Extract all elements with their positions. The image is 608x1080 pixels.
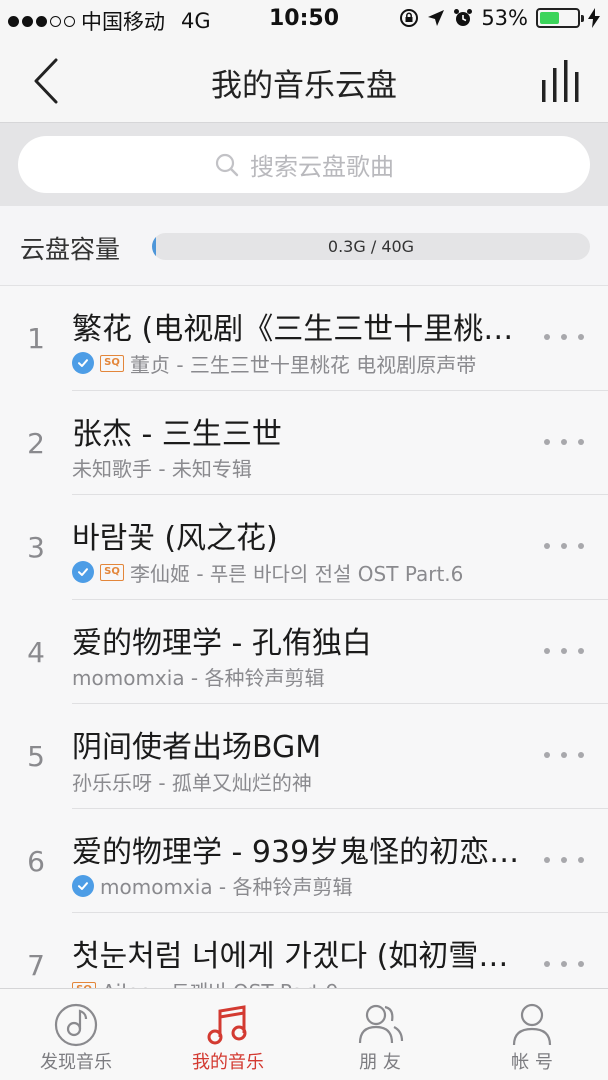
status-bar: 中国移动 4G 10:50 53%: [0, 0, 608, 40]
search-placeholder: 搜索云盘歌曲: [250, 153, 394, 181]
tab-label: 朋 友: [359, 1052, 401, 1073]
storage-label: 云盘容量: [20, 235, 121, 264]
song-number: 6: [27, 844, 45, 878]
song-artist-album: 孙乐乐呀 - 孤单又灿烂的神: [72, 770, 312, 795]
song-number: 4: [27, 635, 45, 669]
song-title: 爱的物理学 - 孔侑独白: [72, 625, 372, 661]
charging-bolt-icon: [588, 8, 600, 28]
song-number: 3: [27, 531, 45, 564]
tab-bar: 发现音乐 我的音乐 朋 友 帐 号: [0, 988, 608, 1080]
more-options-icon[interactable]: [544, 435, 584, 449]
song-subtitle: SQ 李仙姬 - 푸른 바다의 전설 OST Part.6: [72, 557, 512, 587]
nav-bar: 我的音乐云盘: [0, 40, 608, 122]
storage-usage-text: 0.3G / 40G: [327, 237, 415, 256]
page-title: 我的音乐云盘: [211, 68, 397, 104]
search-area: 搜索云盘歌曲: [0, 122, 608, 206]
song-number: 7: [27, 949, 45, 982]
discover-music-icon: [54, 1003, 98, 1047]
song-subtitle: 孙乐乐呀 - 孤单又灿烂的神: [72, 766, 512, 796]
screen: 中国移动 4G 10:50 53% 我的音乐云盘 搜索云盘歌曲 云盘容量 0.3…: [0, 0, 608, 1080]
song-row[interactable]: 3 바람꽃 (风之花) SQ 李仙姬 - 푸른 바다의 전설 OST Part.6: [0, 495, 608, 600]
carrier-name: 中国移动: [81, 10, 165, 34]
sq-quality-badge: SQ: [100, 563, 124, 581]
song-subtitle: SQ 董贞 - 三生三世十里桃花 电视剧原声带: [72, 348, 512, 378]
song-title: 繁花 (电视剧《三生三世十里桃花》片尾曲): [72, 312, 524, 347]
rotation-lock-icon: [400, 9, 419, 27]
song-row[interactable]: 1 繁花 (电视剧《三生三世十里桃花》片尾曲) SQ 董贞 - 三生三世十里桃花 电视…: [0, 286, 608, 391]
song-subtitle: momomxia - 各种铃声剪辑: [72, 662, 512, 692]
music-note-icon: [207, 1005, 247, 1045]
song-artist-album: momomxia - 各种铃声剪辑: [100, 875, 353, 899]
song-title: 첫눈처럼 너에게 가겠다 (如初雪般向你走去): [72, 939, 524, 974]
verified-check-icon: [72, 352, 94, 374]
tab-label: 我的音乐: [192, 1052, 264, 1073]
battery-percent: 53%: [481, 6, 528, 30]
more-options-icon[interactable]: [544, 644, 584, 658]
network-type: 4G: [181, 9, 211, 33]
status-right: 53%: [399, 6, 600, 30]
verified-check-icon: [72, 561, 94, 583]
signal-strength-icon: [8, 15, 75, 27]
more-options-icon[interactable]: [544, 539, 584, 553]
search-input[interactable]: 搜索云盘歌曲: [18, 136, 590, 193]
song-subtitle: momomxia - 各种铃声剪辑: [72, 871, 512, 901]
more-options-icon[interactable]: [544, 748, 584, 762]
search-icon: [215, 153, 239, 176]
song-row[interactable]: 6 爱的物理学 - 939岁鬼怪的初恋独白 momomxia - 各种铃声剪辑: [0, 808, 608, 913]
friends-icon: [358, 1004, 404, 1044]
cloud-storage: 云盘容量 0.3G / 40G: [0, 206, 608, 286]
more-options-icon[interactable]: [544, 853, 584, 867]
song-title: 바람꽃 (风之花): [72, 521, 278, 556]
song-subtitle: 未知歌手 - 未知专辑: [72, 453, 512, 483]
alarm-icon: [454, 9, 473, 26]
song-title: 爱的物理学 - 939岁鬼怪的初恋独白: [72, 834, 524, 870]
song-number: 2: [27, 426, 45, 460]
song-row[interactable]: 4 爱的物理学 - 孔侑独白 momomxia - 各种铃声剪辑: [0, 599, 608, 704]
tab-label: 发现音乐: [40, 1052, 112, 1073]
song-title: 张杰 - 三生三世: [72, 416, 282, 452]
tab-discover-music[interactable]: 发现音乐: [0, 989, 152, 1080]
song-artist-album: 未知歌手 - 未知专辑: [72, 457, 252, 481]
more-options-icon[interactable]: [544, 330, 584, 344]
back-chevron-icon[interactable]: [24, 54, 70, 108]
verified-check-icon: [72, 874, 94, 897]
song-row[interactable]: 5 阴间使者出场BGM 孙乐乐呀 - 孤单又灿烂的神: [0, 704, 608, 809]
song-row[interactable]: 2 张杰 - 三生三世未知歌手 - 未知专辑: [0, 390, 608, 495]
song-list: 1 繁花 (电视剧《三生三世十里桃花》片尾曲) SQ 董贞 - 三生三世十里桃花 电视…: [0, 286, 608, 1018]
battery-level: [540, 12, 560, 24]
status-left: 中国移动 4G: [8, 6, 211, 36]
sq-quality-badge: SQ: [100, 354, 124, 372]
tab-label: 帐 号: [511, 1052, 553, 1073]
song-title: 阴间使者出场BGM: [72, 730, 322, 765]
song-artist-album: 李仙姬 - 푸른 바다의 전설 OST Part.6: [130, 561, 464, 586]
song-artist-album: 董贞 - 三生三世十里桃花 电视剧原声带: [130, 352, 477, 377]
song-number: 5: [27, 740, 45, 773]
tab-friends[interactable]: 朋 友: [304, 989, 456, 1080]
tab-account[interactable]: 帐 号: [456, 989, 608, 1080]
storage-progress-bar: 0.3G / 40G: [152, 233, 590, 260]
battery-icon: [536, 8, 584, 28]
tab-music-note[interactable]: 我的音乐: [152, 989, 304, 1080]
song-number: 1: [27, 322, 45, 355]
song-artist-album: momomxia - 各种铃声剪辑: [72, 666, 325, 690]
equalizer-icon[interactable]: [538, 58, 588, 104]
location-icon: [428, 10, 445, 26]
more-options-icon[interactable]: [544, 957, 584, 971]
account-icon: [512, 1003, 552, 1046]
